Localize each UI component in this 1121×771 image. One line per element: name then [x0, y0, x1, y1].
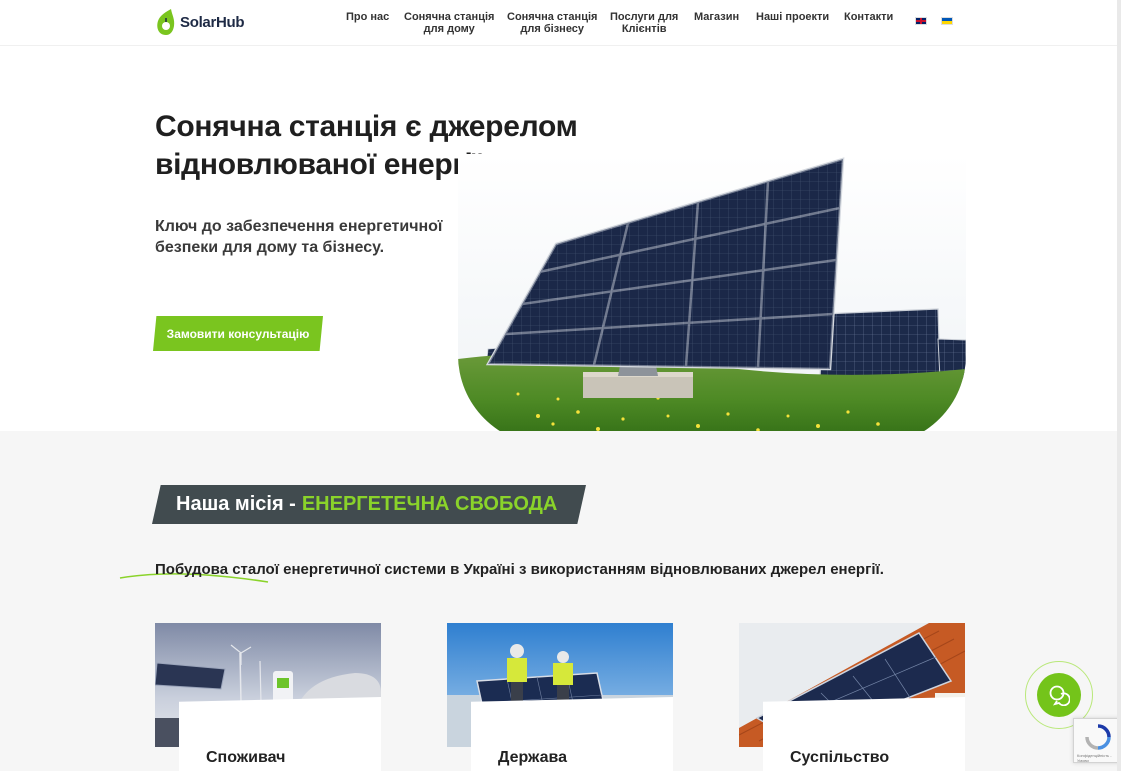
- nav-about-label: Про нас: [346, 11, 390, 23]
- card-consumer-label: Споживач: [179, 697, 381, 771]
- recaptcha-badge[interactable]: Конфіденційність - Умови: [1073, 718, 1121, 763]
- nav-item-home-station[interactable]: Сонячна станція для дому: [404, 11, 494, 35]
- ua-flag-icon[interactable]: [941, 17, 953, 25]
- nav-home-station-line1: Сонячна станція: [404, 11, 495, 23]
- card-society-label: Суспільство: [763, 697, 965, 771]
- nav-projects-label: Наші проекти: [756, 11, 830, 23]
- site-header: SolarHub Про нас Сонячна станція для дому…: [0, 0, 1121, 46]
- nav-services-line1: Послуги для: [610, 11, 679, 23]
- nav-contacts-label: Контакти: [844, 11, 894, 23]
- nav-business-station-line1: Сонячна станція: [507, 11, 598, 23]
- en-flag-icon[interactable]: [915, 17, 927, 25]
- recaptcha-icon: [1085, 724, 1111, 750]
- solar-panels-illustration: [458, 154, 966, 445]
- mission-heading: Наша місія - ЕНЕРГЕТЕЧНА СВОБОДА: [152, 485, 586, 524]
- hero-title-line2: відновлюваної енергії.: [155, 148, 489, 181]
- nav-item-services[interactable]: Послуги для Клієнтів: [610, 11, 678, 35]
- nav-home-station-line2: для дому: [423, 23, 475, 35]
- hero-title-line1: Сонячна станція є джерелом: [155, 110, 578, 143]
- card-consumer[interactable]: Споживач: [155, 623, 381, 771]
- nav-item-contacts[interactable]: Контакти: [844, 11, 893, 23]
- hero-subtitle-line1: Ключ до забезпечення енергетичної: [155, 218, 443, 235]
- nav-item-shop[interactable]: Магазин: [694, 11, 739, 23]
- chat-icon: [1049, 685, 1070, 706]
- consultation-button[interactable]: Замовити консультацію: [153, 316, 323, 351]
- nav-item-business-station[interactable]: Сонячна станція для бізнесу: [507, 11, 597, 35]
- nav-item-about[interactable]: Про нас: [346, 11, 389, 23]
- chat-button[interactable]: [1037, 673, 1081, 717]
- card-state-label: Держава: [471, 697, 673, 771]
- hero-subtitle-line2: безпеки для дому та бізнесу.: [155, 239, 385, 256]
- card-society[interactable]: Суспільство: [739, 623, 965, 771]
- main-nav: Про нас Сонячна станція для дому Сонячна …: [0, 11, 1121, 41]
- mission-description: Побудова сталої енергетичної системи в У…: [155, 561, 884, 578]
- nav-business-station-line2: для бізнесу: [520, 23, 585, 35]
- nav-shop-label: Магазин: [694, 11, 740, 23]
- nav-item-projects[interactable]: Наші проекти: [756, 11, 829, 23]
- mission-heading-accent: ЕНЕРГЕТЕЧНА СВОБОДА: [301, 493, 558, 515]
- mission-heading-plain: Наша місія -: [176, 493, 296, 515]
- scrollbar[interactable]: [1117, 0, 1121, 771]
- recaptcha-text: Конфіденційність - Умови: [1077, 753, 1112, 763]
- hero-subtitle: Ключ до забезпечення енергетичної безпек…: [155, 216, 475, 258]
- card-state[interactable]: Держава: [447, 623, 673, 771]
- hero-solar-image: [458, 154, 966, 445]
- nav-services-line2: Клієнтів: [621, 23, 667, 35]
